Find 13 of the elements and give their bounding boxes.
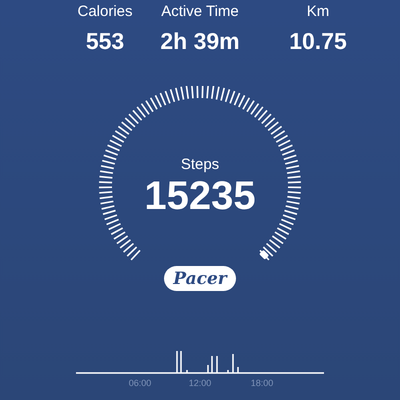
pacer-button[interactable]: Pacer <box>164 266 236 291</box>
stat-label: Active Time <box>161 3 239 20</box>
stat-value: 2h 39m <box>160 28 240 55</box>
time-label: 18:00 <box>250 378 274 388</box>
steps-label: Steps <box>180 156 220 173</box>
stat-label: Km <box>306 3 330 20</box>
progress-marker-icon <box>259 250 270 260</box>
steps-count: 15235 <box>144 174 256 219</box>
stat-label: Calories <box>77 3 133 20</box>
time-label: 06:00 <box>128 378 152 388</box>
stat-value: 553 <box>86 28 124 55</box>
time-label: 12:00 <box>188 378 212 388</box>
stat-value: 10.75 <box>289 28 347 55</box>
